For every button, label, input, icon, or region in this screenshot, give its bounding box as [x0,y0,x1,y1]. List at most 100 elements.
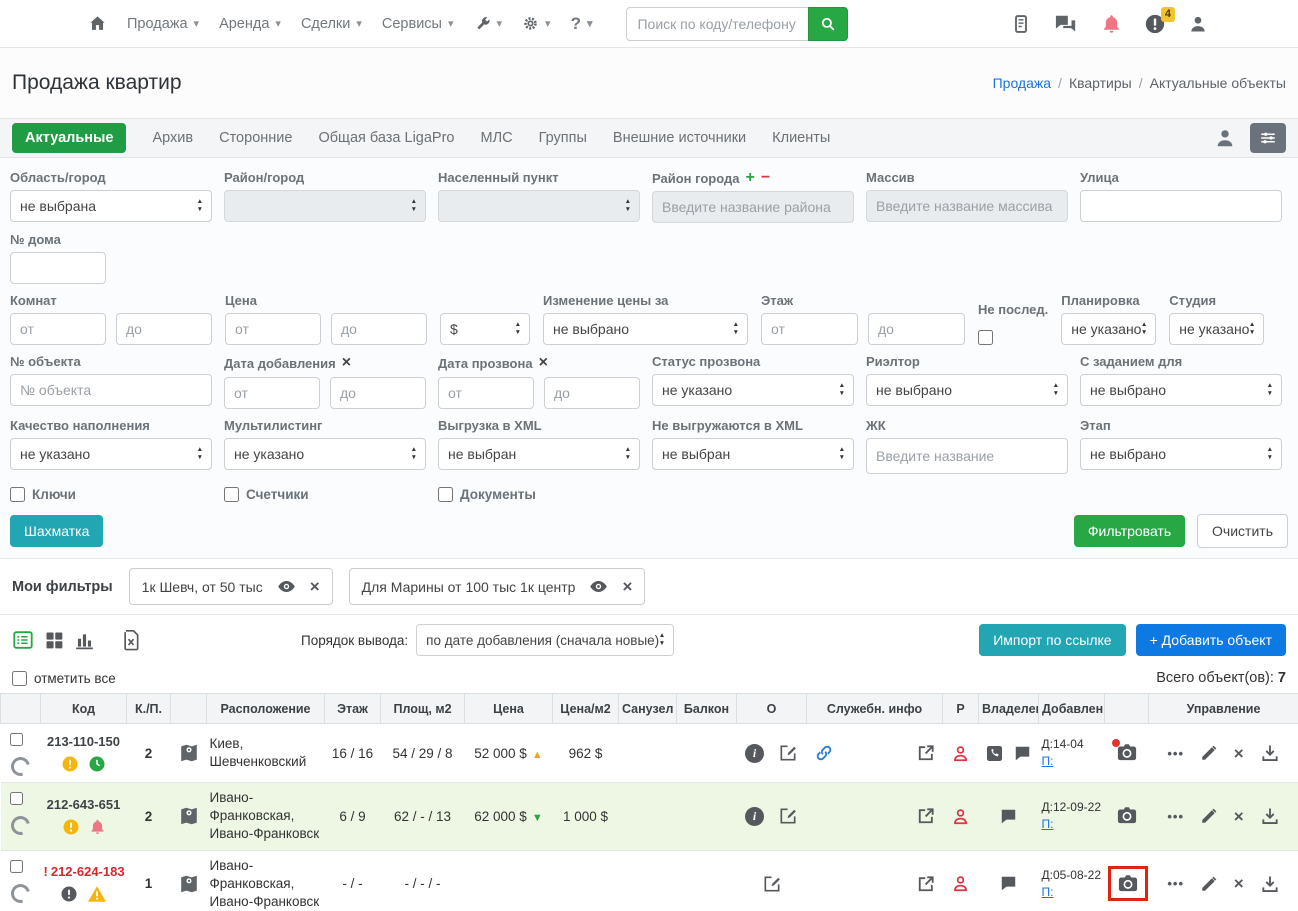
menu-tools[interactable] [474,15,503,32]
info-icon[interactable]: i [745,743,764,763]
more-actions-icon[interactable] [1167,876,1184,891]
price-to-input[interactable] [331,313,427,345]
menu-help[interactable]: ? [571,14,593,34]
more-actions-icon[interactable] [1167,809,1184,824]
menu-prodazha[interactable]: Продажа [127,16,199,32]
floor-to-input[interactable] [868,313,965,345]
row-checkbox[interactable] [9,859,23,873]
journal-icon[interactable] [1011,14,1031,34]
saved-filter-chip[interactable]: 1к Шевч, от 50 тыс × [128,568,333,605]
filter-toggle-button[interactable] [1250,123,1286,153]
date-call-from-input[interactable] [438,377,534,409]
saved-filter-name[interactable]: Для Марины от 100 тыс 1к центр [362,579,576,595]
clear-date-added-icon[interactable] [342,354,351,372]
object-code[interactable]: 212-643-651 [44,797,124,812]
object-code[interactable]: ! 212-624-183 [44,864,125,879]
camera-icon[interactable] [1111,738,1138,762]
date-added-to-input[interactable] [330,377,426,409]
menu-sdelki[interactable]: Сделки [301,16,362,32]
quality-select[interactable]: не указано [10,438,212,470]
delete-x-icon[interactable]: × [1234,875,1244,892]
tab-ligapro[interactable]: Общая база LigaPro [318,130,454,146]
menu-arenda[interactable]: Аренда [219,16,281,32]
stage-select[interactable]: не выбрано [1080,438,1282,470]
tab-klienty[interactable]: Клиенты [772,130,830,146]
chart-view-icon[interactable] [74,630,95,651]
date-call-to-input[interactable] [544,377,640,409]
tab-vneshnie[interactable]: Внешние источники [613,130,746,146]
eye-icon[interactable] [589,577,608,596]
not-last-checkbox[interactable] [978,330,993,345]
counters-checkbox[interactable] [224,487,239,502]
realtor-select[interactable]: не выбрано [866,374,1068,406]
delete-x-icon[interactable]: × [1234,808,1244,825]
with-task-select[interactable]: не выбрано [1080,374,1282,406]
alerts-menu[interactable]: 4 [1144,6,1175,35]
currency-select[interactable]: $ [440,313,530,345]
order-select[interactable]: по дате добавления (сначала новые) [416,624,675,656]
realtor-person-icon[interactable] [951,807,970,826]
pencil-icon[interactable] [1200,807,1218,825]
settlement-select[interactable] [438,190,640,222]
comment-icon[interactable] [1013,744,1032,763]
download-icon[interactable] [1260,806,1280,826]
comment-icon[interactable] [999,874,1018,893]
layout-select[interactable]: не указано [1061,313,1157,345]
clear-date-call-icon[interactable] [539,354,548,372]
external-link-icon[interactable] [916,874,936,894]
filter-button[interactable]: Фильтровать [1073,515,1186,547]
documents-checkbox[interactable] [438,487,453,502]
rooms-to-input[interactable] [116,313,212,345]
info-icon[interactable]: i [745,806,764,826]
map-pin-icon[interactable] [178,742,200,764]
select-all-checkbox[interactable] [12,670,27,686]
tab-gruppy[interactable]: Группы [539,130,587,146]
user-icon[interactable] [1188,14,1208,34]
realtor-person-icon[interactable] [951,744,970,763]
home-menu-item[interactable] [88,14,107,33]
call-date-link[interactable]: П: [1042,817,1054,831]
call-date-link[interactable]: П: [1042,885,1054,899]
remove-filter-icon[interactable]: × [310,578,320,595]
multilisting-select[interactable]: не указано [224,438,426,470]
search-input[interactable] [626,6,809,41]
import-link-button[interactable]: Импорт по ссылке [979,624,1126,656]
edit-note-icon[interactable] [762,874,782,894]
district-select[interactable] [224,190,426,222]
remove-district-icon[interactable]: − [761,170,770,186]
menu-servisy[interactable]: Сервисы [382,16,454,32]
search-button[interactable] [808,6,849,41]
pencil-icon[interactable] [1200,875,1218,893]
realtor-person-icon[interactable] [951,874,970,893]
zhk-input[interactable] [866,438,1068,474]
external-link-icon[interactable] [916,743,936,763]
rooms-from-input[interactable] [10,313,106,345]
studio-select[interactable]: не указано [1169,313,1265,345]
region-select[interactable]: не выбрана [10,190,212,222]
row-checkbox[interactable] [9,733,23,746]
camera-icon[interactable] [1117,873,1139,893]
call-date-link[interactable]: П: [1042,754,1054,768]
tab-mls[interactable]: МЛС [481,130,513,146]
eye-icon[interactable] [277,577,296,596]
object-code[interactable]: 213-110-150 [44,734,124,749]
city-district-input[interactable] [652,191,854,223]
call-status-select[interactable]: не указано [652,374,854,406]
tab-arhiv[interactable]: Архив [152,130,193,146]
edit-note-icon[interactable] [778,806,798,826]
house-no-input[interactable] [10,252,106,284]
tab-aktualnye[interactable]: Актуальные [12,123,127,153]
link-icon[interactable] [814,743,834,763]
phone-icon[interactable] [985,744,1004,763]
floor-from-input[interactable] [761,313,858,345]
clear-button[interactable]: Очистить [1197,514,1288,548]
download-icon[interactable] [1260,743,1280,763]
user-icon[interactable] [1214,127,1236,149]
row-checkbox[interactable] [9,792,23,805]
map-pin-icon[interactable] [178,805,200,827]
street-input[interactable] [1080,190,1282,222]
breadcrumb-kvartiry[interactable]: Квартиры [1069,75,1132,91]
bell-icon[interactable] [1101,13,1122,34]
saved-filter-chip[interactable]: Для Марины от 100 тыс 1к центр × [348,568,646,605]
date-added-from-input[interactable] [224,377,320,409]
